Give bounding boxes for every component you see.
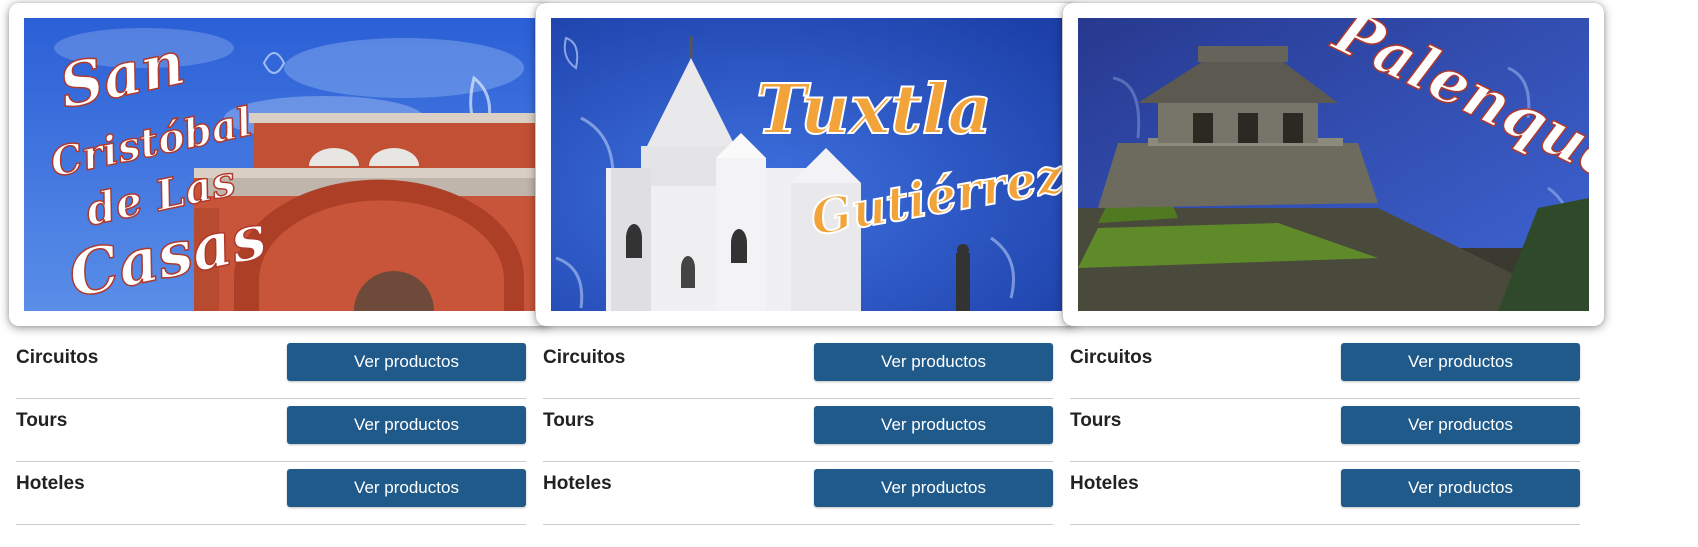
banner-title-tuxtla: Tuxtla Gutiérrez [755,69,1062,248]
category-label: Circuitos [543,347,626,368]
banner-title-palenque: Palenque [1321,18,1589,197]
product-category-list: Circuitos Ver productos Tours Ver produc… [16,336,526,525]
product-category-list: Circuitos Ver productos Tours Ver produc… [1070,336,1580,525]
destination-column-san-cristobal: San Cristóbal de Las Casas Circuitos Ver… [0,0,550,547]
ver-productos-button[interactable]: Ver productos [1341,469,1580,507]
category-row-circuitos: Circuitos Ver productos [1070,336,1580,399]
ver-productos-button[interactable]: Ver productos [1341,343,1580,381]
ver-productos-button[interactable]: Ver productos [1341,406,1580,444]
category-label: Circuitos [1070,347,1153,368]
ver-productos-button[interactable]: Ver productos [814,406,1053,444]
category-label: Tours [543,410,595,431]
category-row-tours: Tours Ver productos [543,399,1053,462]
destination-card[interactable]: Palenque [1063,3,1604,326]
category-row-hoteles: Hoteles Ver productos [1070,462,1580,525]
category-row-tours: Tours Ver productos [16,399,526,462]
category-row-circuitos: Circuitos Ver productos [16,336,526,399]
banner-title-line: Palenque [1322,18,1589,196]
category-row-circuitos: Circuitos Ver productos [543,336,1053,399]
banner-title-line: Tuxtla [756,70,992,150]
banner-image-tuxtla: Tuxtla Gutiérrez [551,18,1062,311]
banner-title-line: San [53,28,191,123]
category-label: Tours [1070,410,1122,431]
product-category-list: Circuitos Ver productos Tours Ver produc… [543,336,1053,525]
category-label: Hoteles [1070,473,1139,494]
ver-productos-button[interactable]: Ver productos [814,343,1053,381]
category-row-hoteles: Hoteles Ver productos [16,462,526,525]
ver-productos-button[interactable]: Ver productos [814,469,1053,507]
destination-card[interactable]: San Cristóbal de Las Casas [9,3,550,326]
category-label: Circuitos [16,347,99,368]
ver-productos-button[interactable]: Ver productos [287,406,526,444]
ver-productos-button[interactable]: Ver productos [287,343,526,381]
category-row-hoteles: Hoteles Ver productos [543,462,1053,525]
banner-image-palenque: Palenque [1078,18,1589,311]
category-label: Tours [16,410,68,431]
destination-column-tuxtla: Tuxtla Gutiérrez Circuitos Ver productos… [527,0,1077,547]
banner-image-san-cristobal: San Cristóbal de Las Casas [24,18,535,311]
ver-productos-button[interactable]: Ver productos [287,469,526,507]
destination-card[interactable]: Tuxtla Gutiérrez [536,3,1077,326]
category-label: Hoteles [543,473,612,494]
category-row-tours: Tours Ver productos [1070,399,1580,462]
category-label: Hoteles [16,473,85,494]
banner-title-san-cristobal: San Cristóbal de Las Casas [45,27,273,311]
destination-column-palenque: Palenque Circuitos Ver productos Tours V… [1054,0,1604,547]
banner-title-line: Gutiérrez [807,147,1062,247]
